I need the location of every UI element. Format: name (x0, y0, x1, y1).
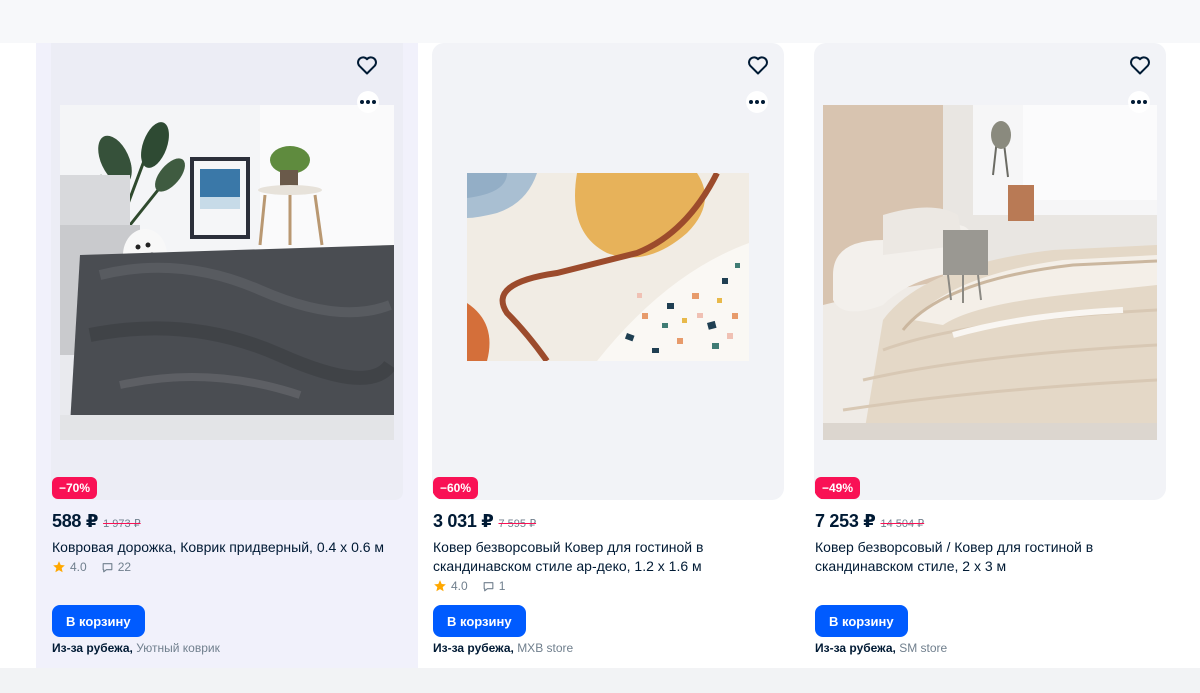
origin-label: Из-за рубежа, (433, 641, 514, 655)
product-title[interactable]: Ковер безворсовый / Ковер для гостиной в… (815, 538, 1155, 576)
bottom-band (0, 668, 1200, 693)
product-image-area[interactable]: −49% (814, 43, 1166, 500)
rating-row[interactable]: 4.0 22 (52, 559, 404, 575)
product-photo[interactable] (823, 105, 1157, 440)
add-to-cart-button[interactable]: В корзину (433, 605, 526, 637)
rating-row[interactable]: 4.0 1 (433, 578, 785, 594)
product-info: 3 031 ₽ 7 595 ₽ Ковер безворсовый Ковер … (433, 511, 785, 594)
rating-value: 4.0 (451, 579, 468, 593)
price: 7 253 ₽ (815, 511, 876, 531)
product-card[interactable]: −70% 588 ₽ 1 973 ₽ Ковровая дорожка, Ков… (36, 43, 418, 668)
seller-link[interactable]: MXB store (517, 641, 573, 655)
product-image-area[interactable]: −60% (432, 43, 784, 500)
old-price: 1 973 ₽ (103, 518, 141, 530)
star-icon (53, 561, 65, 573)
star-icon (434, 580, 446, 592)
product-image-area[interactable]: −70% (51, 43, 403, 500)
product-card[interactable]: −49% 7 253 ₽ 14 504 ₽ Ковер безворсовый … (814, 43, 1166, 668)
reviews-count: 1 (498, 579, 506, 593)
top-band (0, 0, 1200, 43)
seller-link[interactable]: SM store (899, 641, 947, 655)
discount-badge: −60% (433, 477, 479, 499)
product-photo[interactable] (60, 105, 394, 440)
discount-badge: −70% (52, 477, 98, 499)
seller-link[interactable]: Уютный коврик (136, 641, 220, 655)
product-title[interactable]: Ковер безворсовый Ковер для гостиной в с… (433, 538, 773, 576)
comment-icon (483, 581, 494, 591)
old-price: 7 595 ₽ (498, 518, 537, 530)
seller-line: Из-за рубежа, MXB store (433, 641, 573, 655)
heart-outline-icon[interactable] (1128, 53, 1152, 77)
product-card[interactable]: −60% 3 031 ₽ 7 595 ₽ Ковер безворсовый К… (432, 43, 784, 668)
old-price: 14 504 ₽ (880, 518, 925, 530)
product-photo[interactable] (467, 173, 749, 361)
origin-label: Из-за рубежа, (815, 641, 896, 655)
reviews-count: 22 (117, 560, 132, 574)
rating-value: 4.0 (70, 560, 87, 574)
comment-icon (102, 562, 113, 572)
more-dots-icon[interactable] (746, 91, 768, 113)
more-dots-icon[interactable] (1128, 91, 1150, 113)
discount-badge: −49% (815, 477, 861, 499)
add-to-cart-button[interactable]: В корзину (52, 605, 145, 637)
product-info: 7 253 ₽ 14 504 ₽ Ковер безворсовый / Ков… (815, 511, 1167, 576)
seller-line: Из-за рубежа, SM store (815, 641, 947, 655)
heart-outline-icon[interactable] (746, 53, 770, 77)
price: 3 031 ₽ (433, 511, 494, 531)
product-title[interactable]: Ковровая дорожка, Коврик придверный, 0.4… (52, 538, 392, 557)
seller-line: Из-за рубежа, Уютный коврик (52, 641, 220, 655)
heart-outline-icon[interactable] (355, 53, 379, 77)
more-dots-icon[interactable] (357, 91, 379, 113)
product-info: 588 ₽ 1 973 ₽ Ковровая дорожка, Коврик п… (52, 511, 404, 575)
origin-label: Из-за рубежа, (52, 641, 133, 655)
price: 588 ₽ (52, 511, 99, 531)
add-to-cart-button[interactable]: В корзину (815, 605, 908, 637)
